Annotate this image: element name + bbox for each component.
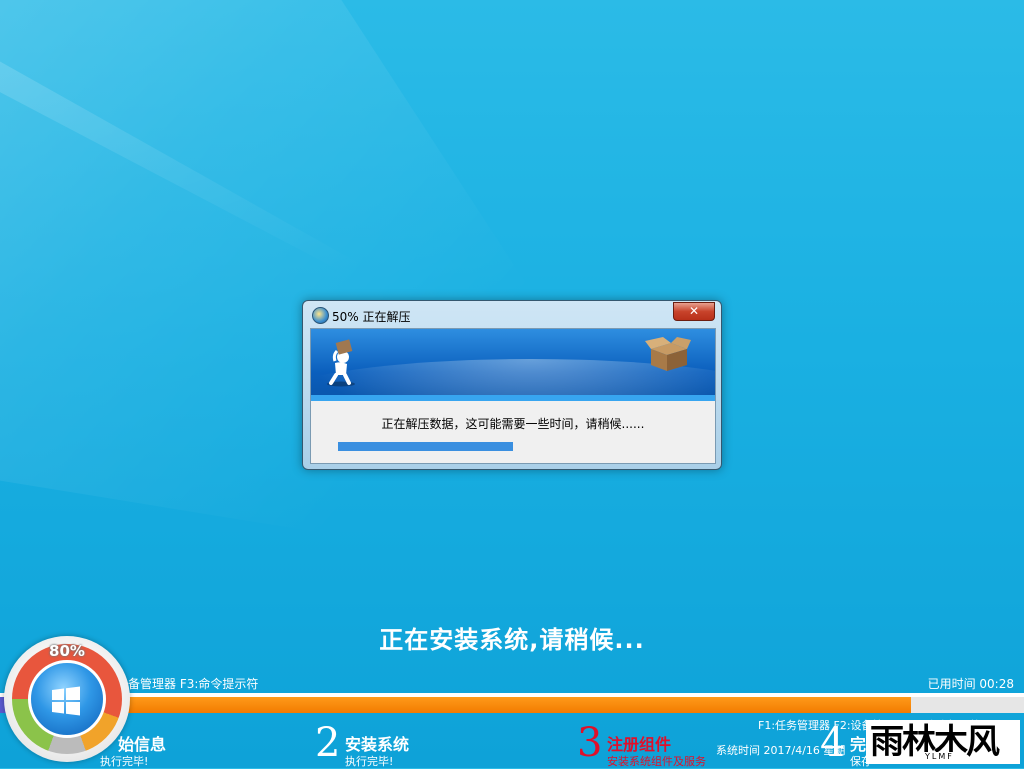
step-number: 2 (315, 720, 341, 766)
system-time: 系统时间 2017/4/16 星期 (716, 744, 846, 757)
dialog-banner (311, 329, 715, 401)
step-status: 执行完毕! (100, 755, 149, 768)
elapsed-time: 已用时间 00:28 (927, 677, 1014, 691)
brand-sub: YLMF (924, 752, 955, 761)
carrying-figure-icon (327, 339, 355, 387)
function-keys-hint: 备管理器 F3:命令提示符 (128, 677, 259, 691)
extract-progress-fill (338, 442, 513, 451)
step-name: 注册组件 (607, 735, 672, 754)
windows-orb-core (28, 660, 106, 738)
windows-logo-icon (52, 686, 80, 716)
dialog-titlebar[interactable]: 50% 正在解压 ✕ (303, 301, 721, 327)
open-box-icon (645, 337, 691, 371)
step-status: 安装系统组件及服务 (607, 755, 706, 768)
extract-dialog: 50% 正在解压 ✕ 正在解压数据，这可能需要一些时间，请稍候...... (302, 300, 722, 470)
step-number: 3 (577, 720, 603, 766)
dialog-body: 正在解压数据，这可能需要一些时间，请稍候...... (310, 328, 716, 464)
step-name: 始信息 (118, 735, 167, 754)
orb-percent: 80% (49, 642, 85, 660)
step-status: 执行完毕! (345, 755, 394, 768)
overall-progress-bar (0, 697, 1024, 713)
overall-progress-fill (0, 697, 912, 713)
step-name: 安装系统 (345, 735, 410, 754)
progress-orb: 80% (4, 636, 130, 762)
ylmf-logo: 雨林木风 YLMF (866, 720, 1020, 764)
extract-progress-bar (338, 442, 688, 451)
app-icon (312, 307, 329, 324)
dialog-title: 50% 正在解压 (332, 310, 411, 324)
close-button[interactable]: ✕ (673, 302, 715, 321)
install-status-text: 正在安装系统,请稍候... (379, 626, 645, 654)
dialog-message: 正在解压数据，这可能需要一些时间，请稍候...... (381, 417, 645, 431)
step-name: 完 (850, 735, 867, 754)
